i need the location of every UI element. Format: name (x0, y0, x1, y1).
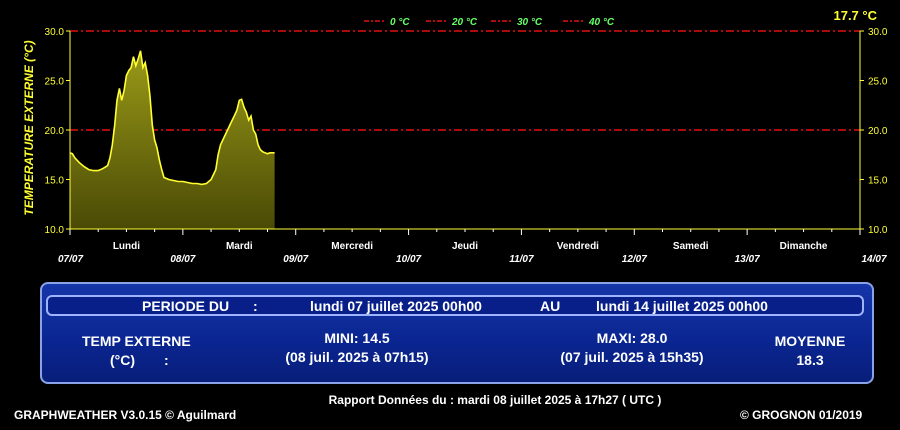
day-label: Dimanche (780, 241, 828, 252)
day-label: Samedi (673, 241, 709, 252)
metric-name: TEMP EXTERNE (82, 333, 191, 349)
y-tick-label-right: 10.0 (868, 225, 888, 236)
temperature-chart: 10.0 10.0 15.0 15.0 20.0 20.0 25.0 25.0 30.0 30.0… (22, 8, 888, 265)
day-label: Mercredi (331, 241, 373, 252)
moyenne-value: 18.3 (796, 352, 824, 368)
legend-label: 0 °C (390, 17, 410, 28)
day-label: Mardi (226, 241, 253, 252)
y-tick-label-right: 20.0 (868, 126, 888, 137)
day-label: Vendredi (557, 241, 599, 252)
maxi-label: MAXI: 28.0 (596, 330, 668, 346)
summary-panel: PERIODE DU : lundi 07 juillet 2025 00h00… (40, 282, 874, 384)
y-tick-label-right: 15.0 (868, 176, 888, 187)
legend-label: 20 °C (451, 17, 478, 28)
metric-unit: (°C) (110, 352, 136, 368)
period-label: PERIODE DU (142, 298, 230, 314)
period-bar: PERIODE DU : lundi 07 juillet 2025 00h00… (46, 295, 864, 316)
y-tick-label-right: 25.0 (868, 77, 888, 88)
current-reading: 17.7 °C (833, 8, 877, 23)
mini-time: (08 juil. 2025 à 07h15) (285, 349, 429, 365)
y-tick-label-left: 20.0 (45, 126, 65, 137)
period-end: lundi 14 juillet 2025 00h00 (596, 298, 768, 314)
date-tick-label: 12/07 (622, 254, 647, 265)
date-tick-label: 13/07 (735, 254, 760, 265)
y-axis-title: TEMPERATURE EXTERNE (°C) (22, 40, 36, 215)
period-colon: : (253, 298, 258, 314)
date-tick-label: 08/07 (170, 254, 195, 265)
legend-label: 40 °C (588, 17, 615, 28)
period-start: lundi 07 juillet 2025 00h00 (310, 298, 482, 314)
moyenne-label: MOYENNE (774, 333, 846, 349)
legend-label: 30 °C (517, 17, 543, 28)
y-tick-label-left: 15.0 (45, 176, 65, 187)
temperature-area (70, 50, 275, 229)
period-au: AU (540, 298, 561, 314)
y-tick-label-right: 30.0 (868, 27, 888, 38)
date-tick-label: 07/07 (58, 254, 83, 265)
date-tick-label: 11/07 (509, 254, 534, 265)
mini-label: MINI: 14.5 (324, 330, 390, 346)
footer-report-date: Rapport Données du : mardi 08 juillet 20… (328, 393, 662, 407)
metric-colon: : (164, 352, 169, 368)
y-tick-label-left: 25.0 (45, 77, 65, 88)
date-tick-label: 09/07 (283, 254, 308, 265)
date-tick-label: 10/07 (396, 254, 421, 265)
y-tick-label-left: 10.0 (45, 225, 65, 236)
day-label: Lundi (113, 241, 140, 252)
day-label: Jeudi (452, 241, 478, 252)
footer-copyright: © GROGNON 01/2019 (740, 408, 863, 422)
footer-software: GRAPHWEATHER V3.0.15 © Aguilmard (14, 408, 237, 422)
date-tick-label: 14/07 (861, 254, 886, 265)
y-tick-label-left: 30.0 (45, 27, 65, 38)
maxi-time: (07 juil. 2025 à 15h35) (560, 349, 704, 365)
